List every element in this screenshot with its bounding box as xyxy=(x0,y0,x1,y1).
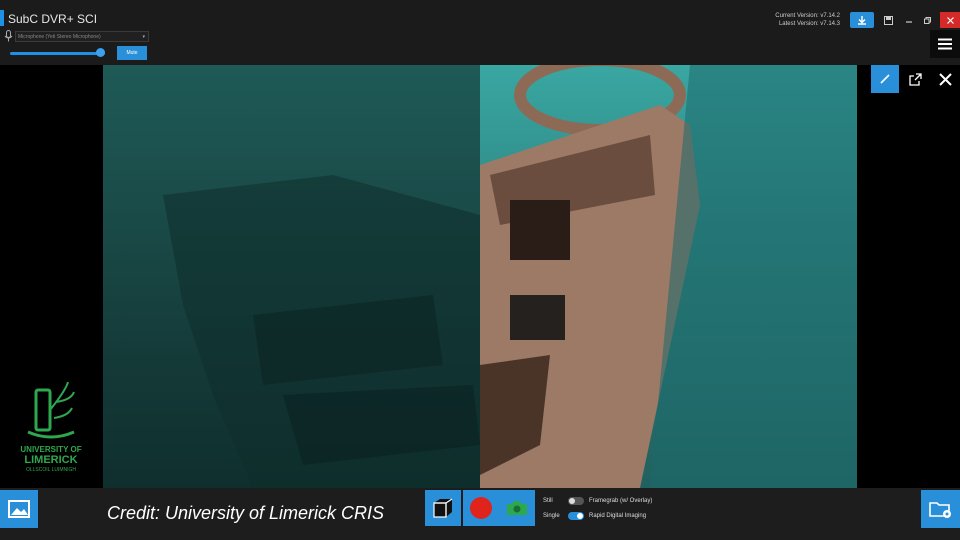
exit-fullscreen-button[interactable] xyxy=(931,65,959,93)
record-icon xyxy=(470,497,492,519)
still-framegrab-toggle[interactable] xyxy=(568,497,584,505)
logo-line-1: UNIVERSITY OF xyxy=(20,445,82,454)
maximize-button[interactable] xyxy=(920,12,934,28)
latest-version: Latest Version: v7.14.3 xyxy=(778,21,840,27)
logo-line-2: LIMERICK xyxy=(24,454,78,466)
minimize-button[interactable] xyxy=(902,12,916,28)
video-feed[interactable] xyxy=(103,65,857,488)
video-raw-half xyxy=(103,65,480,488)
volume-slider[interactable] xyxy=(10,52,105,55)
logo-emblem xyxy=(27,381,75,439)
still-label: Still xyxy=(543,498,553,504)
framegrab-label: Framegrab (w/ Overlay) xyxy=(589,498,653,504)
single-rapid-toggle[interactable] xyxy=(568,512,584,520)
popout-icon xyxy=(908,72,922,86)
shipwreck-silhouette xyxy=(163,175,480,488)
minimize-icon xyxy=(906,21,912,23)
rapid-label: Rapid Digital Imaging xyxy=(589,513,647,519)
download-icon xyxy=(858,16,866,25)
download-update-button[interactable] xyxy=(850,12,874,28)
save-button[interactable] xyxy=(880,12,896,28)
gallery-button[interactable] xyxy=(0,490,38,528)
logo-wordmark: UNIVERSITY OF LIMERICK OLLSCOIL LUIMNIGH xyxy=(16,445,86,475)
close-icon xyxy=(946,16,954,24)
pencil-icon xyxy=(880,74,890,84)
university-logo: UNIVERSITY OF LIMERICK OLLSCOIL LUIMNIGH xyxy=(16,380,86,490)
title-accent xyxy=(0,10,4,26)
toggle-knob xyxy=(569,498,575,504)
record-button[interactable] xyxy=(463,490,499,526)
audio-controls: Microphone (Yeti Stereo Microphone) ▾ Mu… xyxy=(0,28,960,65)
microphone-select-value: Microphone (Yeti Stereo Microphone) xyxy=(18,34,101,40)
credit-caption: Credit: University of Limerick CRIS xyxy=(107,503,385,523)
open-folder-settings-button[interactable] xyxy=(921,490,960,528)
version-info: Current Version: v7.14.2 Latest Version:… xyxy=(775,12,840,28)
maximize-icon xyxy=(923,16,931,24)
cube-icon xyxy=(433,498,453,518)
draw-button[interactable] xyxy=(871,65,899,93)
save-icon xyxy=(883,15,893,25)
bottom-toolbar: Credit: University of Limerick CRIS Stil… xyxy=(0,488,960,540)
enhanced-wreck xyxy=(480,65,857,488)
current-version: Current Version: v7.14.2 xyxy=(775,13,840,19)
snapshot-3d-button[interactable] xyxy=(425,490,461,526)
app-title: SubC DVR+ SCI xyxy=(8,12,98,26)
volume-slider-thumb[interactable] xyxy=(95,48,105,57)
capture-photo-button[interactable] xyxy=(499,490,535,526)
microphone-select[interactable]: Microphone (Yeti Stereo Microphone) ▾ xyxy=(15,31,149,42)
chevron-down-icon: ▾ xyxy=(142,34,145,40)
video-enhanced-half xyxy=(480,65,857,488)
menu-button[interactable] xyxy=(930,30,960,58)
toggle-knob xyxy=(577,513,583,519)
camera-icon xyxy=(507,501,527,515)
gallery-icon xyxy=(8,500,30,518)
title-bar: SubC DVR+ SCI Current Version: v7.14.2 L… xyxy=(0,0,960,28)
hamburger-icon xyxy=(938,38,952,50)
mute-button[interactable]: Mute xyxy=(117,46,147,60)
single-label: Single xyxy=(543,513,560,519)
logo-line-3: OLLSCOIL LUIMNIGH xyxy=(25,467,77,473)
microphone-icon xyxy=(4,30,13,42)
close-button[interactable] xyxy=(940,12,960,28)
exit-icon xyxy=(938,72,952,86)
main-view: UNIVERSITY OF LIMERICK OLLSCOIL LUIMNIGH xyxy=(0,65,960,488)
popout-button[interactable] xyxy=(901,65,929,93)
folder-settings-icon xyxy=(928,502,951,518)
